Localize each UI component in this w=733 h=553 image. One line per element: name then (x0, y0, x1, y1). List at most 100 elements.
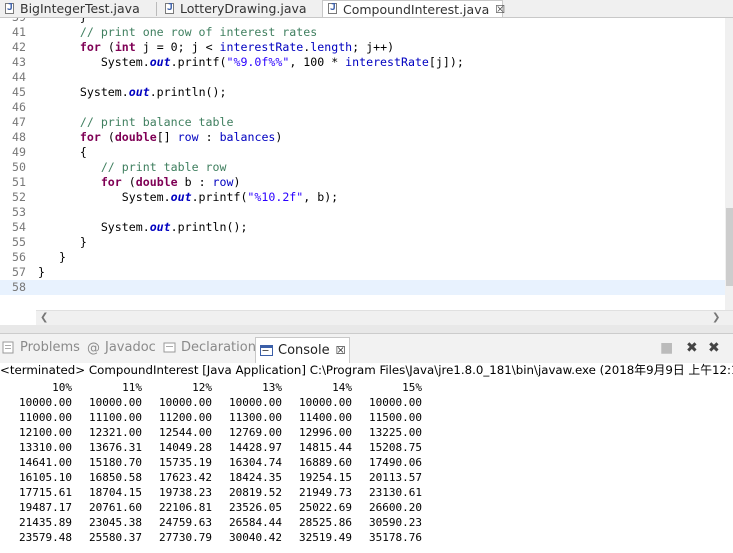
code-line[interactable]: 57} (0, 265, 725, 280)
output-cell: 17490.06 (369, 456, 422, 469)
output-row: 23579.48 25580.37 27730.79 30040.42 32519.49… (0, 530, 733, 545)
output-cell: 13225.00 (369, 426, 422, 439)
code-line[interactable]: 56 } (0, 250, 725, 265)
output-cell: 23045.38 (89, 516, 142, 529)
line-number: 49 (12, 145, 26, 159)
tab-label: CompoundInterest.java (343, 1, 490, 17)
output-cell: 16304.74 (229, 456, 282, 469)
output-cell: 27730.79 (159, 531, 212, 544)
code-line[interactable]: 53 (0, 205, 725, 220)
output-row: 21435.89 23045.38 24759.63 26584.44 28525.86… (0, 515, 733, 530)
java-file-icon: J (328, 2, 337, 14)
remove-launch-icon[interactable]: ✖ (686, 340, 698, 356)
tab-label: LotteryDrawing.java (180, 1, 307, 16)
code-line[interactable]: 46 (0, 100, 725, 115)
line-number: 57 (12, 265, 26, 279)
code-text: for (double b : row) (100, 175, 241, 189)
close-icon[interactable]: ☒ (336, 344, 346, 357)
tab-javadoc[interactable]: @ Javadoc (87, 340, 156, 356)
line-number: 58 (12, 280, 26, 294)
output-header-row: 10% 11% 12% 13% 14% 15% (0, 380, 733, 395)
output-cell: 11500.00 (369, 411, 422, 424)
output-cell: 14641.00 (19, 456, 72, 469)
tab-lottery-drawing[interactable]: J LotteryDrawing.java (164, 0, 307, 17)
scroll-left-icon[interactable]: ❮ (40, 312, 48, 323)
code-editor[interactable]: 39 }41 // print one row of interest rate… (0, 18, 733, 310)
output-cell: 17623.42 (159, 471, 212, 484)
output-cell: 20819.52 (229, 486, 282, 499)
scroll-right-icon[interactable]: ❯ (712, 312, 720, 323)
output-cell: 32519.49 (299, 531, 352, 544)
tab-console[interactable]: Console ☒ (255, 337, 351, 363)
editor-horizontal-scrollbar[interactable]: ❮ ❯ (36, 310, 733, 325)
view-divider[interactable] (0, 325, 733, 333)
code-line[interactable]: 50 // print table row (0, 160, 725, 175)
output-cell: 21949.73 (299, 486, 352, 499)
line-number: 39 (0, 18, 26, 25)
code-text: System.out.printf("%10.2f", b); (38, 190, 339, 204)
console-output[interactable]: 10% 11% 12% 13% 14% 15% 10000.00 10000.00 10000.… (0, 380, 733, 553)
line-number: 51 (12, 175, 26, 189)
output-cell: 26600.20 (369, 501, 422, 514)
tab-label: Javadoc (105, 340, 156, 355)
tab-biginteger-test[interactable]: J BigIntegerTest.java (4, 0, 140, 17)
output-cell: 23526.05 (229, 501, 282, 514)
output-cell: 23579.48 (19, 531, 72, 544)
output-cell: 11000.00 (19, 411, 72, 424)
output-cell: 30590.23 (369, 516, 422, 529)
output-cell: 16850.58 (89, 471, 142, 484)
code-line[interactable]: 52 System.out.printf("%10.2f", b); (0, 190, 725, 205)
output-cell: 14% (332, 381, 352, 394)
output-cell: 19254.15 (299, 471, 352, 484)
code-line[interactable]: 39 } (0, 18, 725, 25)
output-cell: 15180.70 (89, 456, 142, 469)
code-line[interactable]: 45 System.out.println(); (0, 85, 725, 100)
line-number: 52 (12, 190, 26, 204)
code-line[interactable]: 55 } (0, 235, 725, 250)
output-cell: 14049.28 (159, 441, 212, 454)
code-line[interactable]: 44 (0, 70, 725, 85)
code-line[interactable]: 54 System.out.println(); (0, 220, 725, 235)
code-line[interactable]: 41 // print one row of interest rates (0, 25, 725, 40)
tab-compound-interest[interactable]: J CompoundInterest.java ☒ (322, 0, 505, 17)
output-cell: 10000.00 (299, 396, 352, 409)
output-cell: 24759.63 (159, 516, 212, 529)
scrollbar-thumb[interactable] (726, 208, 733, 286)
output-cell: 22106.81 (159, 501, 212, 514)
tab-separator (156, 2, 157, 16)
code-line[interactable]: 47 // print balance table (0, 115, 725, 130)
output-cell: 12996.00 (299, 426, 352, 439)
code-line[interactable]: 58 (0, 280, 725, 295)
code-line[interactable]: 43 System.out.printf("%9.0f%%", 100 * in… (0, 55, 725, 70)
output-cell: 12% (192, 381, 212, 394)
output-cell: 10000.00 (229, 396, 282, 409)
output-cell: 18424.35 (229, 471, 282, 484)
output-cell: 26584.44 (229, 516, 282, 529)
code-text: } (38, 18, 87, 25)
remove-all-icon[interactable]: ✖ (708, 340, 720, 356)
output-row: 12100.00 12321.00 12544.00 12769.00 12996.00… (0, 425, 733, 440)
line-number: 47 (12, 115, 26, 129)
tab-declaration[interactable]: Declaration (163, 340, 256, 355)
code-line[interactable]: 48 for (double[] row : balances) (0, 130, 725, 145)
output-cell: 11200.00 (159, 411, 212, 424)
declaration-icon (163, 341, 176, 354)
line-number: 46 (12, 100, 26, 114)
code-line[interactable]: 51 for (double b : row) (0, 175, 725, 190)
output-cell: 13676.31 (89, 441, 142, 454)
output-row: 19487.17 20761.60 22106.81 23526.05 25022.69… (0, 500, 733, 515)
close-icon[interactable]: ☒ (495, 3, 505, 16)
output-cell: 15208.75 (369, 441, 422, 454)
line-number: 44 (12, 70, 26, 84)
stop-icon[interactable]: ■ (660, 340, 673, 356)
code-line[interactable]: 42 for (int j = 0; j < interestRate.leng… (0, 40, 725, 55)
output-cell: 19487.17 (19, 501, 72, 514)
output-cell: 17715.61 (19, 486, 72, 499)
at-icon: @ (87, 341, 100, 356)
code-text: System.out.println(); (38, 220, 248, 234)
tab-problems[interactable]: Problems (2, 340, 80, 355)
code-line[interactable]: 49 { (0, 145, 725, 160)
output-cell: 14428.97 (229, 441, 282, 454)
output-row: 17715.61 18704.15 19738.23 20819.52 21949.73… (0, 485, 733, 500)
line-number: 56 (12, 250, 26, 264)
